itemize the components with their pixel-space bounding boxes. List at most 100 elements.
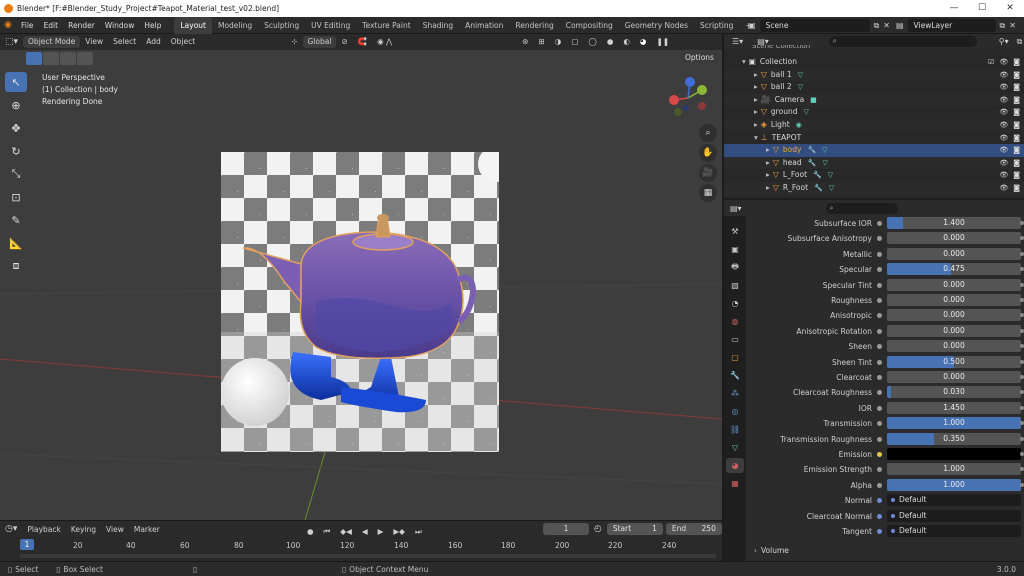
new-scene-icon[interactable]: ⧉: [874, 21, 880, 31]
3d-viewport[interactable]: ⬚▾ Object Mode View Select Add Object ⊹ …: [0, 34, 722, 520]
socket-dot[interactable]: [877, 359, 882, 365]
eye-icon[interactable]: 👁: [999, 146, 1008, 154]
volume-panel-header[interactable]: › Volume: [746, 543, 1024, 558]
add-cube-tool-icon[interactable]: ⧈: [5, 256, 27, 276]
snap-icon[interactable]: 🧲: [353, 34, 372, 50]
collection-tab-icon[interactable]: ▭: [726, 332, 744, 347]
socket-dot[interactable]: [877, 375, 882, 380]
viewport-menu-select[interactable]: Select: [108, 34, 141, 50]
pivot-point-icon[interactable]: ⊘: [336, 34, 352, 50]
zoom-icon[interactable]: ⌕: [699, 124, 717, 142]
camera-restrict-icon[interactable]: ◙: [1013, 184, 1020, 192]
transform-tool-icon[interactable]: ⊡: [5, 187, 27, 207]
pan-hand-icon[interactable]: ✋: [699, 144, 717, 162]
select-subtract-button[interactable]: [60, 52, 76, 65]
eye-icon[interactable]: 👁: [999, 171, 1008, 179]
camera-restrict-icon[interactable]: ◙: [1013, 96, 1020, 104]
timeline-menu-keying[interactable]: Keying: [66, 521, 101, 538]
pause-render-icon[interactable]: ❚❚: [651, 34, 674, 50]
outliner-row-light[interactable]: ▸ ◈ Light ◉ 👁 ◙: [724, 119, 1024, 132]
visibility-icon[interactable]: ⊛: [517, 34, 533, 50]
workspace-tab-layout[interactable]: Layout: [174, 16, 212, 34]
camera-restrict-icon[interactable]: ◙: [1013, 121, 1020, 129]
transmission-roughness-slider[interactable]: 0.350: [887, 432, 1021, 445]
viewport-menu-add[interactable]: Add: [141, 34, 166, 50]
workspace-tab-modeling[interactable]: Modeling: [212, 17, 258, 34]
workspace-tab-texture-paint[interactable]: Texture Paint: [356, 17, 416, 34]
socket-dot[interactable]: [877, 298, 882, 303]
socket-dot[interactable]: [877, 221, 882, 226]
outliner-row-ground[interactable]: ▸ ▽ ground ▽ 👁 ◙: [724, 106, 1024, 119]
ortho-grid-icon[interactable]: ▦: [699, 184, 717, 202]
viewport-menu-view[interactable]: View: [80, 34, 108, 50]
camera-restrict-icon[interactable]: ◙: [1013, 159, 1020, 167]
select-invert-button[interactable]: [77, 52, 93, 65]
workspace-tab-shading[interactable]: Shading: [417, 17, 459, 34]
world-tab-icon[interactable]: ◍: [726, 314, 744, 329]
current-frame-field[interactable]: 1: [543, 523, 589, 535]
select-extend-button[interactable]: [43, 52, 59, 65]
socket-dot[interactable]: [877, 344, 882, 350]
socket-dot[interactable]: [877, 482, 882, 488]
camera-restrict-icon[interactable]: ◙: [1013, 134, 1020, 142]
shading-rendered-icon[interactable]: ◕: [635, 34, 652, 50]
camera-restrict-icon[interactable]: ◙: [1013, 83, 1020, 91]
outliner-row-camera[interactable]: ▸ 🎥 Camera ■ 👁 ◙: [724, 93, 1024, 107]
eye-icon[interactable]: 👁: [999, 134, 1008, 142]
clearcoat-roughness-slider[interactable]: 0.030: [887, 386, 1021, 399]
subsurface-ior-slider[interactable]: 1.400: [887, 217, 1021, 229]
annotate-tool-icon[interactable]: ✎: [5, 210, 27, 230]
gizmo-toggle-icon[interactable]: ⊞: [533, 34, 549, 50]
shading-solid-icon[interactable]: ●: [602, 34, 619, 50]
scale-tool-icon[interactable]: ⤡: [5, 164, 27, 184]
delete-view-layer-icon[interactable]: ✕: [1009, 21, 1016, 30]
color-socket-dot[interactable]: [877, 452, 882, 457]
metallic-slider[interactable]: 0.000: [887, 247, 1021, 260]
constraints-tab-icon[interactable]: ⛓: [726, 422, 744, 437]
current-frame-indicator[interactable]: 1: [20, 539, 34, 550]
move-tool-icon[interactable]: ✥: [5, 118, 27, 138]
ior-slider[interactable]: 1.450: [887, 401, 1021, 414]
shading-wireframe-icon[interactable]: ◯: [583, 34, 601, 50]
maximize-button[interactable]: ☐: [968, 0, 996, 17]
end-frame-field[interactable]: End 250: [665, 523, 722, 535]
physics-tab-icon[interactable]: ◎: [726, 404, 744, 419]
view-layer-icon[interactable]: ▤: [896, 21, 904, 30]
modifier-tab-icon[interactable]: 🔧: [726, 368, 744, 383]
scene-selector[interactable]: Scene: [759, 19, 870, 32]
properties-search-input[interactable]: ⌕: [825, 202, 898, 214]
vector-socket-dot[interactable]: [877, 529, 882, 534]
timeline-menu-view[interactable]: View: [101, 521, 129, 538]
outliner-row-l-foot[interactable]: ▸ ▽ L_Foot 🔧 ▽ 👁 ◙: [724, 169, 1024, 182]
workspace-tab-scripting[interactable]: Scripting: [694, 17, 739, 34]
outliner-row-teapot[interactable]: ▾ ⊥ TEAPOT 👁 ◙: [724, 132, 1024, 145]
sheen-tint-slider[interactable]: 0.500: [887, 355, 1021, 368]
socket-dot[interactable]: [877, 390, 882, 396]
object-tab-icon[interactable]: ▢: [726, 350, 744, 365]
socket-dot[interactable]: [877, 282, 882, 288]
alpha-slider[interactable]: 1.000: [887, 478, 1021, 491]
camera-view-icon[interactable]: 🎥: [699, 164, 717, 182]
workspace-tab-rendering[interactable]: Rendering: [509, 17, 559, 34]
new-view-layer-icon[interactable]: ⧉: [1000, 21, 1006, 31]
checkbox-icon[interactable]: ☑: [988, 58, 994, 66]
timeline-scrubber[interactable]: 1 20 40 60 80 100 120 140 160 180 200 22…: [0, 537, 722, 561]
tangent-input-field[interactable]: Default: [887, 525, 1021, 537]
eye-icon[interactable]: 👁: [999, 83, 1008, 91]
properties-editor-icon[interactable]: ▤▾: [730, 204, 742, 213]
tool-tab-icon[interactable]: ⚒: [726, 224, 744, 239]
vector-socket-dot[interactable]: [877, 498, 882, 504]
emission-color-swatch[interactable]: [887, 448, 1021, 460]
transmission-slider[interactable]: 1.000: [887, 417, 1021, 430]
overlays-icon[interactable]: ◑: [550, 34, 567, 50]
eye-icon[interactable]: 👁: [999, 159, 1008, 167]
eye-icon[interactable]: 👁: [999, 121, 1008, 129]
outliner-row-collection[interactable]: ▾ ▣ Collection ☑ 👁 ◙: [724, 56, 1024, 69]
timeline-scrollbar[interactable]: [20, 554, 716, 558]
timeline-menu-marker[interactable]: Marker: [129, 521, 165, 538]
scene-icon[interactable]: ▣: [748, 21, 756, 30]
timeline-editor-icon[interactable]: ◷▾: [0, 521, 22, 538]
texture-tab-icon[interactable]: ▦: [726, 476, 744, 491]
eye-icon[interactable]: 👁: [999, 58, 1008, 66]
timeline-menu-playback[interactable]: Playback: [22, 521, 65, 538]
